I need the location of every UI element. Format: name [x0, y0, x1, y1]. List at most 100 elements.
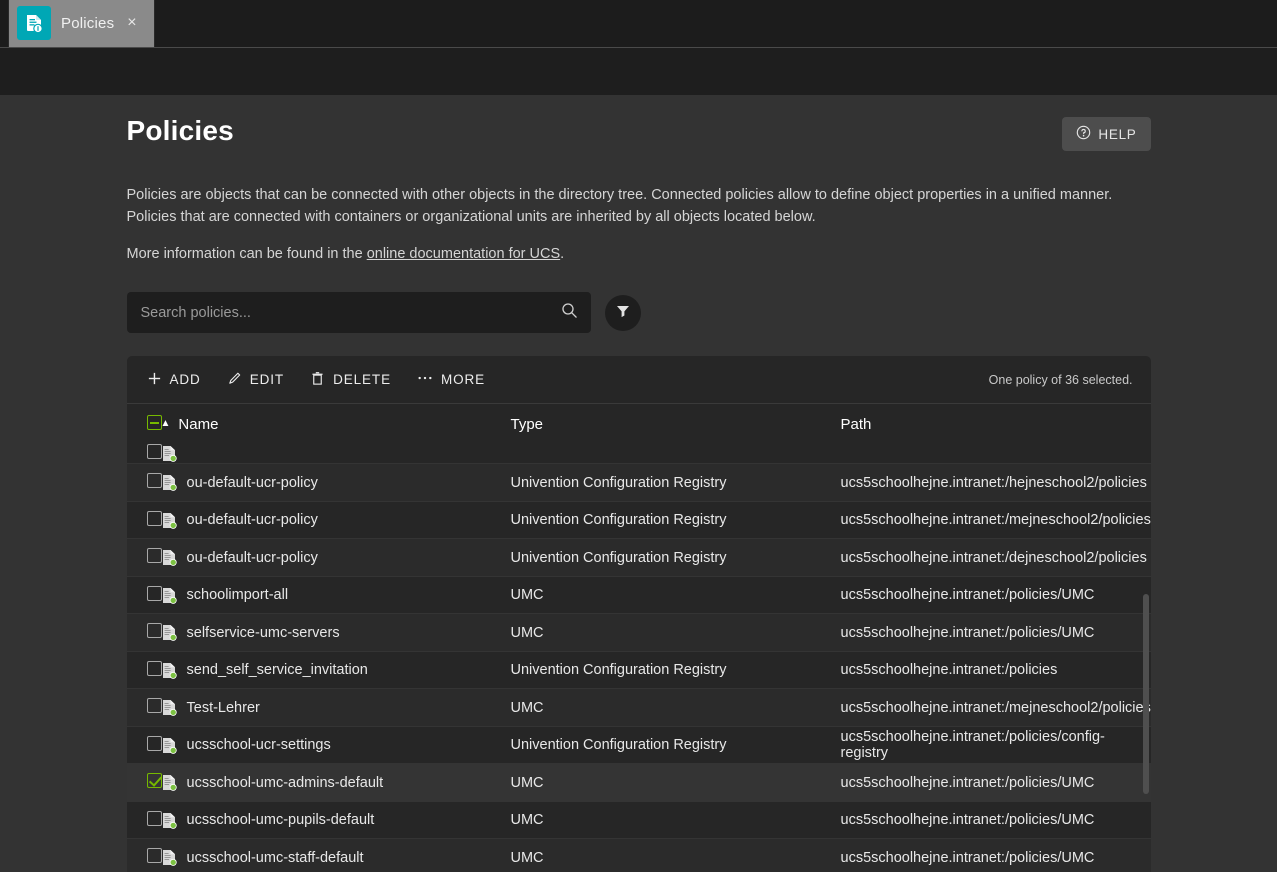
row-checkbox[interactable] [146, 510, 162, 526]
policies-grid: ADD EDIT DELETE MORE One policy of 36 se… [126, 356, 1151, 872]
policy-type: UMC [510, 699, 544, 716]
table-body-scroll-area[interactable]: ou-default-ucr-policy Univention Configur… [126, 444, 1151, 872]
policy-path: ucs5schoolhejne.intranet:/mejneschool2/p… [840, 512, 1151, 529]
row-checkbox[interactable] [146, 444, 162, 460]
row-select-cell [126, 501, 162, 540]
selection-info: One policy of 36 selected. [988, 372, 1133, 387]
row-select-cell [126, 463, 162, 502]
cell-name: ou-default-ucr-policy [160, 501, 511, 540]
policy-file-icon [161, 812, 177, 829]
policy-type: Univention Configuration Registry [510, 474, 727, 491]
cell-path: ucs5schoolhejne.intranet:/policies/UMC [840, 576, 1151, 615]
row-checkbox[interactable] [146, 698, 162, 714]
row-checkbox[interactable] [146, 585, 162, 601]
cell-name: ou-default-ucr-policy [160, 444, 511, 465]
policy-type: UMC [510, 812, 544, 829]
row-checkbox[interactable] [146, 848, 162, 864]
table-row[interactable]: schoolimport-all UMC ucs5schoolhejne.intra… [126, 576, 1151, 615]
cell-path: ucs5schoolhejne.intranet:/policies [840, 651, 1151, 690]
vertical-scrollbar[interactable] [1142, 444, 1149, 872]
table-row[interactable]: ou-default-ucr-policy Univention Configur… [126, 444, 1151, 465]
row-checkbox[interactable] [146, 773, 162, 789]
table-row[interactable]: ou-default-ucr-policy Univention Configur… [126, 463, 1151, 502]
table-row[interactable]: ucsschool-umc-pupils-default UMC ucs5schoo… [126, 801, 1151, 840]
add-button[interactable]: ADD [147, 367, 201, 393]
policy-name: ou-default-ucr-policy [187, 446, 318, 462]
row-checkbox[interactable] [146, 810, 162, 826]
policy-file-icon [161, 587, 177, 604]
cell-path: ucs5schoolhejne.intranet:/policies/UMC [840, 838, 1151, 872]
policy-file-icon [161, 849, 177, 867]
row-checkbox[interactable] [146, 548, 162, 564]
cell-path: ucs5schoolhejne.intranet:/hejneschool2/p… [840, 444, 1151, 465]
table-row[interactable]: ucsschool-umc-admins-default UMC ucs5schoo… [126, 763, 1151, 802]
policy-path: ucs5schoolhejne.intranet:/hejneschool2/p… [840, 474, 1147, 491]
close-icon[interactable]: × [124, 13, 139, 33]
tab-policies[interactable]: Policies × [8, 0, 155, 47]
more-button[interactable]: MORE [417, 367, 485, 393]
cell-path: ucs5schoolhejne.intranet:/policies/UMC [840, 613, 1151, 652]
table-row[interactable]: ucsschool-umc-staff-default UMC ucs5school… [126, 838, 1151, 872]
row-checkbox[interactable] [146, 473, 162, 489]
description-suffix: . [560, 245, 565, 262]
cell-type: UMC [510, 613, 841, 652]
table-row[interactable]: ou-default-ucr-policy Univention Configur… [126, 501, 1151, 540]
policy-type: UMC [510, 849, 544, 866]
row-select-cell [126, 688, 162, 727]
row-checkbox[interactable] [146, 623, 162, 639]
help-button[interactable]: HELP [1062, 117, 1151, 151]
column-header-name[interactable]: ▲ Name [160, 404, 511, 445]
edit-button[interactable]: EDIT [227, 367, 284, 393]
select-all-header [126, 404, 162, 445]
policy-type: UMC [510, 587, 544, 604]
cell-path: ucs5schoolhejne.intranet:/mejneschool2/p… [840, 501, 1151, 540]
column-header-type[interactable]: Type [510, 404, 841, 445]
page-content: Policies HELP Policies are objects that … [0, 95, 1277, 872]
cell-path: ucs5schoolhejne.intranet:/mejneschool2/p… [840, 688, 1151, 727]
table-row[interactable]: selfservice-umc-servers UMC ucs5schoolhejn… [126, 613, 1151, 652]
table-row[interactable]: ucsschool-ucr-settings Univention Configu… [126, 726, 1151, 765]
policy-path: ucs5schoolhejne.intranet:/policies/UMC [840, 774, 1095, 791]
policies-table: ou-default-ucr-policy Univention Configur… [126, 444, 1151, 872]
table-row[interactable]: ou-default-ucr-policy Univention Configur… [126, 538, 1151, 577]
cell-type: UMC [510, 838, 841, 872]
ucs-documentation-link[interactable]: online documentation for UCS [367, 246, 560, 262]
table-row[interactable]: send_self_service_invitation Univention C… [126, 651, 1151, 690]
policy-name: ucsschool-umc-staff-default [186, 849, 364, 866]
cell-name: ucsschool-umc-pupils-default [160, 801, 511, 840]
search-row [126, 292, 1151, 334]
search-input[interactable] [140, 304, 561, 321]
page-header: Policies HELP [127, 115, 1151, 151]
policy-path: ucs5schoolhejne.intranet:/hejneschool2/p… [841, 446, 1147, 462]
row-checkbox[interactable] [146, 735, 162, 751]
policy-path: ucs5schoolhejne.intranet:/dejneschool2/p… [840, 549, 1147, 566]
policy-path: ucs5schoolhejne.intranet:/policies/UMC [840, 624, 1095, 641]
row-select-cell [126, 444, 162, 465]
column-header-type-label: Type [510, 415, 544, 433]
cell-type: Univention Configuration Registry [510, 444, 841, 465]
row-checkbox[interactable] [146, 660, 162, 676]
row-select-cell [126, 576, 162, 615]
more-button-label: MORE [440, 372, 486, 388]
filter-button[interactable] [604, 294, 641, 331]
cell-type: Univention Configuration Registry [510, 651, 841, 690]
description-paragraph-2: More information can be found in the onl… [127, 243, 1151, 265]
scrollbar-thumb[interactable] [1142, 594, 1149, 795]
tab-bar: Policies × [0, 0, 1277, 48]
policy-file-icon [161, 512, 177, 529]
policy-file-icon [161, 474, 177, 492]
table-row[interactable]: Test-Lehrer UMC ucs5schoolhejne.intranet:/… [126, 688, 1151, 727]
search-box[interactable] [126, 292, 591, 334]
policy-file-icon [161, 774, 177, 792]
column-header-path[interactable]: Path [840, 404, 1151, 445]
policy-name: ou-default-ucr-policy [186, 474, 318, 491]
delete-button[interactable]: DELETE [310, 367, 391, 393]
magnifier-icon[interactable] [561, 302, 578, 324]
policy-file-icon [161, 737, 177, 754]
cell-type: Univention Configuration Registry [510, 501, 841, 540]
policy-file-icon [161, 445, 177, 463]
row-select-cell [126, 651, 162, 690]
select-all-checkbox[interactable] [146, 414, 162, 430]
policy-name: schoolimport-all [186, 587, 289, 604]
policies-table-header: ▲ Name Type Path [126, 404, 1151, 445]
